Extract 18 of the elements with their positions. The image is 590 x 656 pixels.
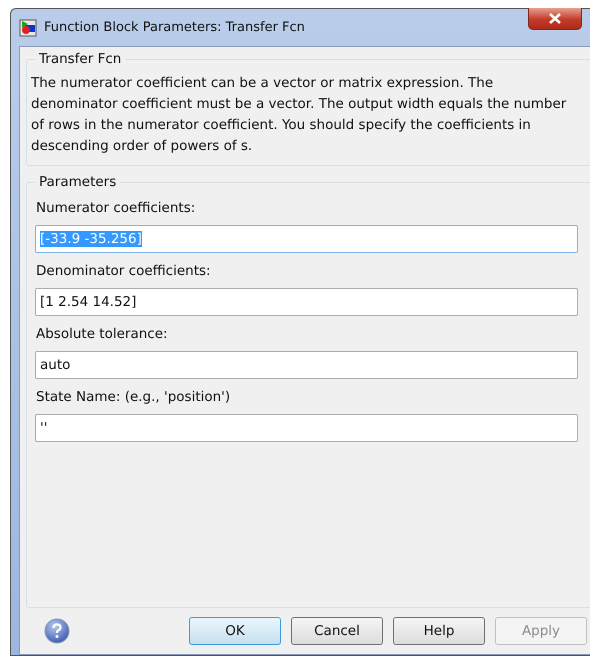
dialog-button[interactable]: OK [189,617,281,645]
dialog-button[interactable]: Cancel [291,617,383,645]
block-diagram-icon [19,18,37,36]
description-text: The numerator coefficient can be a vector or matrix expression. The denominator coefficient must be a vector. The output width equals the number of rows in the numerator coefficient. You should specify the coefficients in descending order of powers of s. [31,74,568,156]
field-label: Denominator coefficients: [36,263,212,279]
close-button[interactable] [528,8,582,30]
window-title: Function Block Parameters: Transfer Fcn [44,20,305,35]
input-field[interactable]: auto [35,351,578,379]
field-label: State Name: (e.g., 'position') [36,389,232,405]
field-label: Absolute tolerance: [36,326,169,342]
help-icon[interactable] [44,618,70,644]
close-icon [549,13,561,24]
dialog-button[interactable]: Help [393,617,485,645]
field-label: Numerator coefficients: [36,200,196,216]
group-title: Parameters [38,174,118,190]
input-field[interactable]: '' [35,414,578,442]
group-title: Transfer Fcn [38,51,122,67]
input-field[interactable]: [1 2.54 14.52] [35,288,578,316]
